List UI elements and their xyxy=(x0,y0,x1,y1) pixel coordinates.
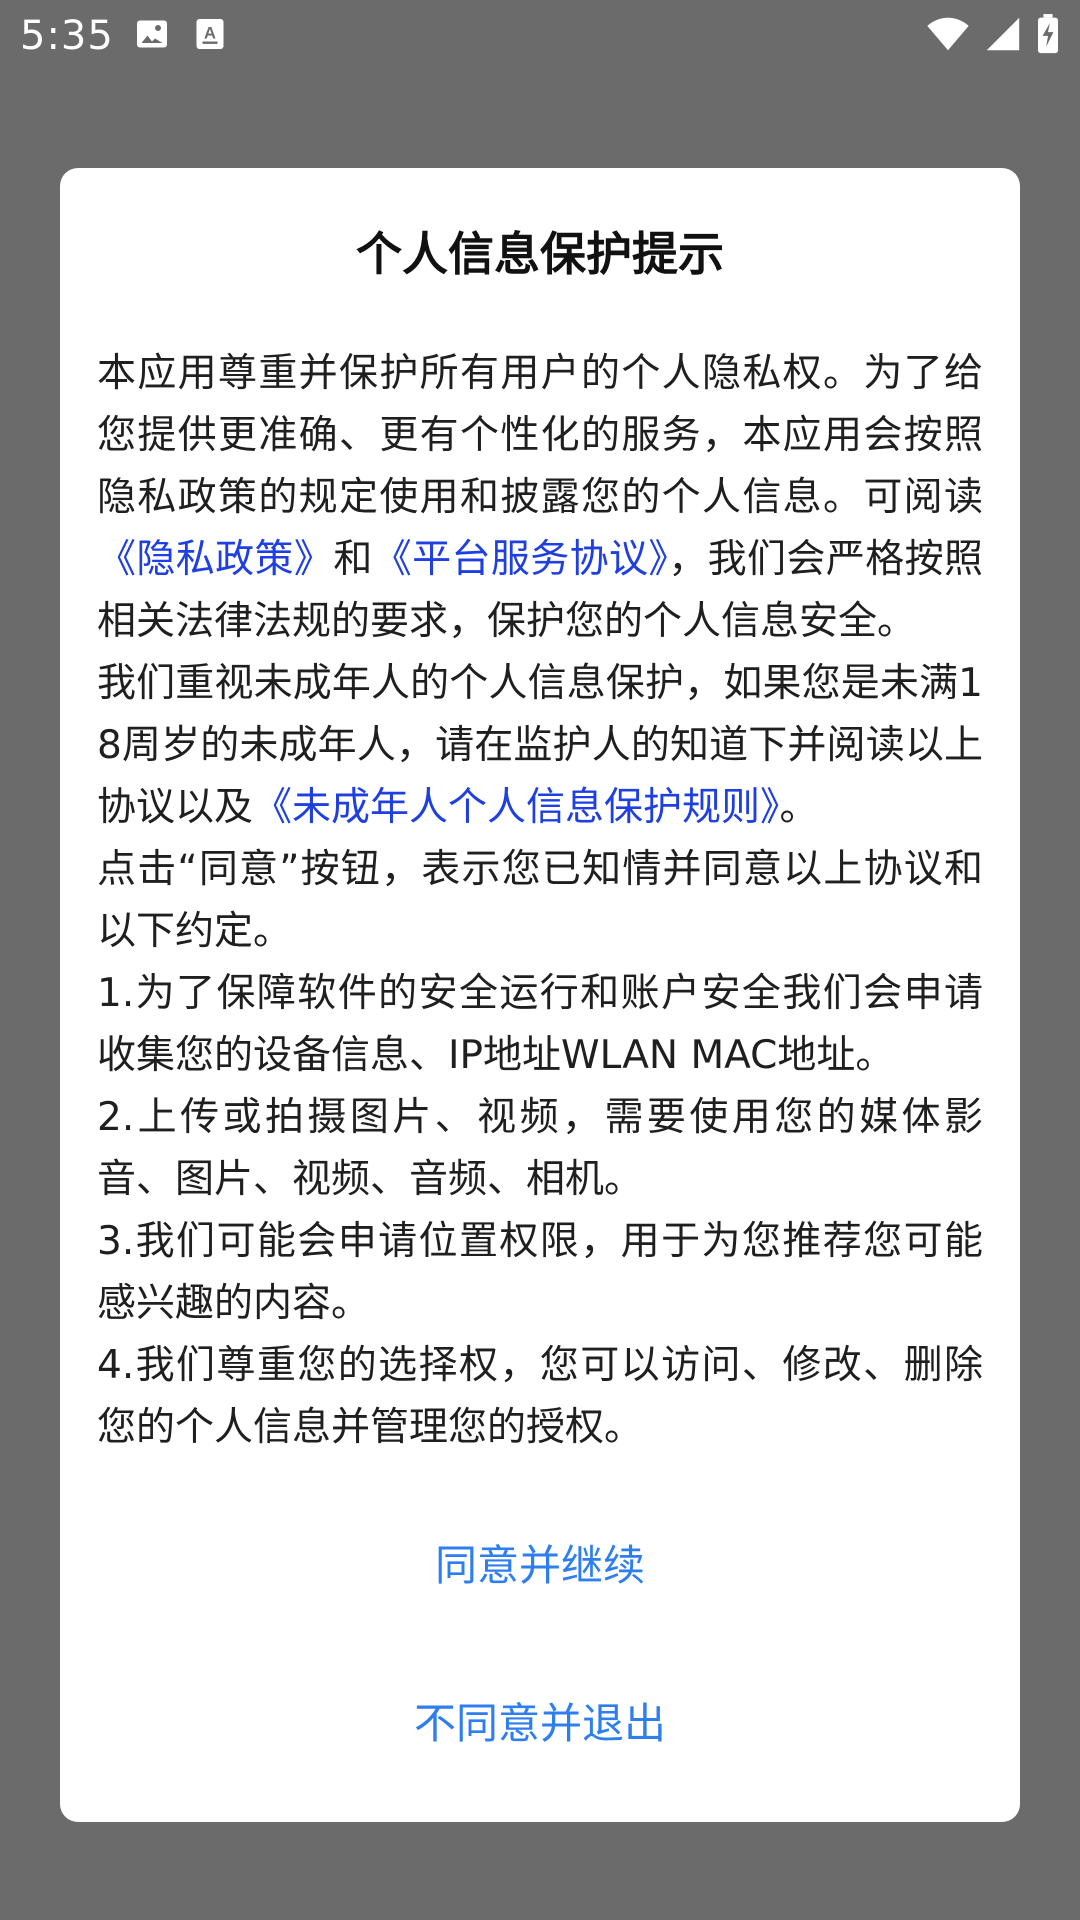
privacy-dialog: 个人信息保护提示 本应用尊重并保护所有用户的个人隐私权。为了给您提供更准确、更有… xyxy=(60,168,1020,1822)
privacy-policy-link[interactable]: 《隐私政策》 xyxy=(97,537,333,582)
list-item: 2.上传或拍摄图片、视频，需要使用您的媒体影音、图片、视频、音频、相机。 xyxy=(97,1095,983,1202)
signal-icon xyxy=(984,16,1022,56)
list-item: 3.我们可能会申请位置权限，用于为您推荐您可能感兴趣的内容。 xyxy=(97,1219,983,1326)
list-item: 4.我们尊重您的选择权，您可以访问、修改、删除您的个人信息并管理您的授权。 xyxy=(97,1343,983,1450)
svg-text:A: A xyxy=(204,25,216,43)
text-span: 。 xyxy=(779,785,819,830)
paragraph-minors: 我们重视未成年人的个人信息保护，如果您是未满18周岁的未成年人，请在监护人的知道… xyxy=(97,653,983,839)
text-a-icon: A xyxy=(192,16,228,56)
status-bar: 5:35 A xyxy=(0,0,1080,72)
status-left-icons: A xyxy=(134,16,228,56)
text-span: 本应用尊重并保护所有用户的个人隐私权。为了给您提供更准确、更有个性化的服务，本应… xyxy=(97,351,983,520)
image-icon xyxy=(134,16,170,56)
wifi-icon xyxy=(926,16,970,56)
agree-button[interactable]: 同意并继续 xyxy=(60,1520,1020,1610)
service-agreement-link[interactable]: 《平台服务协议》 xyxy=(373,537,669,582)
battery-charging-icon xyxy=(1036,14,1060,58)
list-item: 1.为了保障软件的安全运行和账户安全我们会申请收集您的设备信息、IP地址WLAN… xyxy=(97,971,983,1078)
paragraph-consent: 点击“同意”按钮，表示您已知情并同意以上协议和以下约定。 xyxy=(97,847,983,954)
status-time: 5:35 xyxy=(20,13,114,59)
dialog-scroll-content[interactable]: 本应用尊重并保护所有用户的个人隐私权。为了给您提供更准确、更有个性化的服务，本应… xyxy=(97,175,983,1475)
paragraph-privacy: 本应用尊重并保护所有用户的个人隐私权。为了给您提供更准确、更有个性化的服务，本应… xyxy=(97,343,983,653)
disagree-button[interactable]: 不同意并退出 xyxy=(60,1678,1020,1768)
status-right-icons xyxy=(926,14,1060,58)
minor-protection-rules-link[interactable]: 《未成年人个人信息保护规则》 xyxy=(253,785,780,830)
privacy-text: 本应用尊重并保护所有用户的个人隐私权。为了给您提供更准确、更有个性化的服务，本应… xyxy=(97,343,983,1459)
text-span: 和 xyxy=(333,537,373,582)
